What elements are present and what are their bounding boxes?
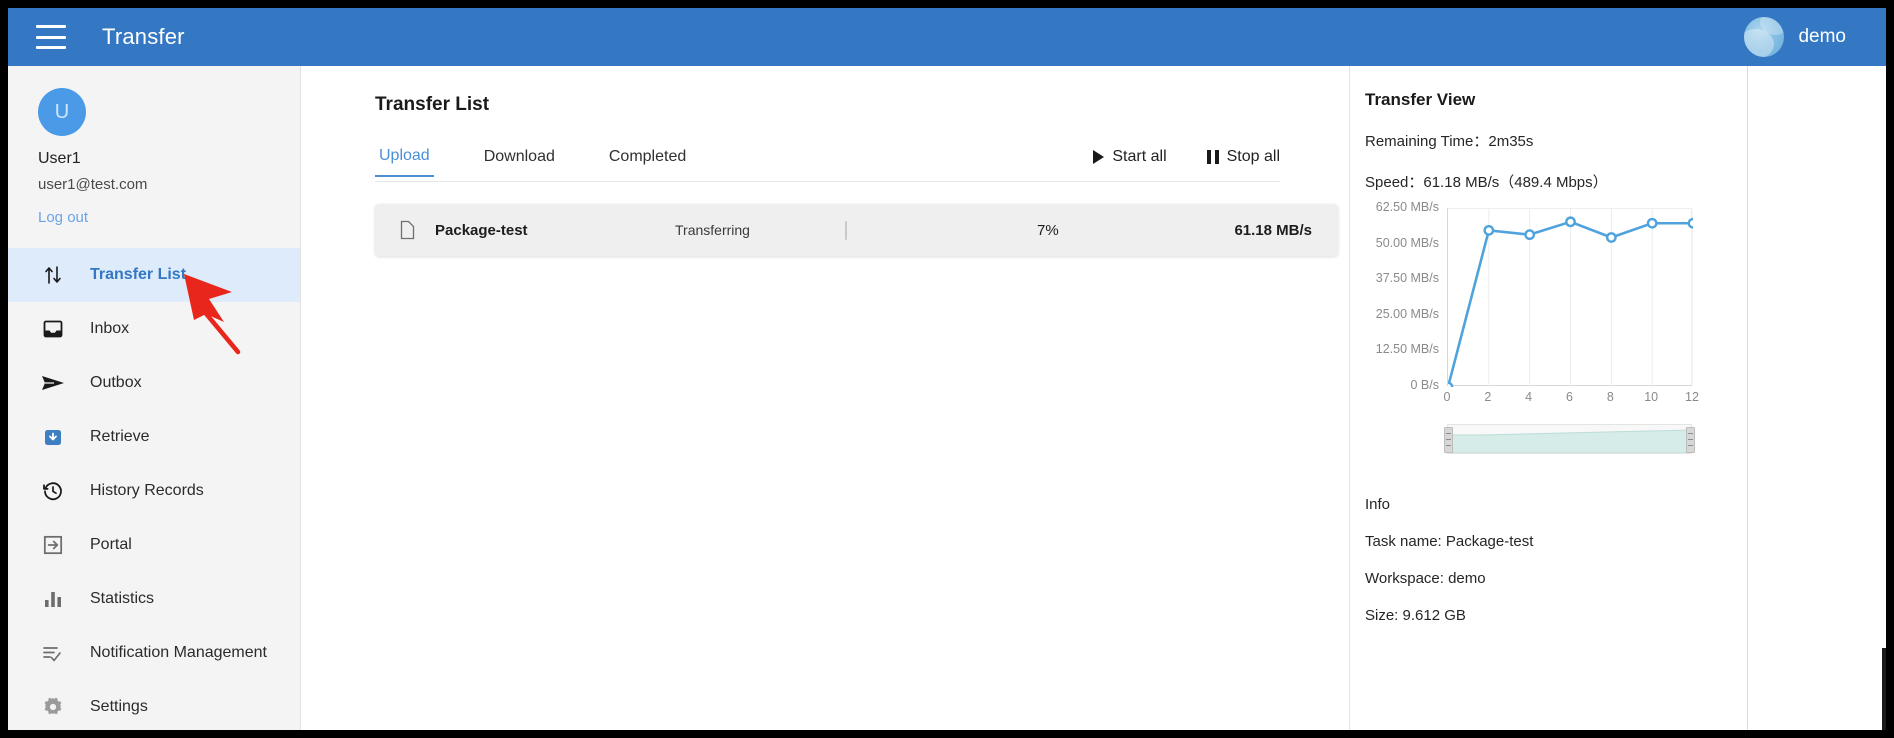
pause-icon (1206, 149, 1219, 164)
top-app-bar: Transfer demo (8, 8, 1886, 66)
transfer-arrows-icon (38, 263, 68, 287)
sidebar-item-label: Notification Management (90, 644, 267, 661)
chart-y-tick-label: 0 B/s (1410, 378, 1440, 392)
chart-y-tick-label: 12.50 MB/s (1375, 342, 1439, 357)
chart-y-tick-label: 50.00 MB/s (1375, 235, 1439, 250)
sidebar-item-portal[interactable]: Portal (8, 518, 300, 572)
topbar-user-name: demo (1798, 26, 1846, 47)
stop-all-label: Stop all (1226, 147, 1280, 165)
speed-chart: 0 B/s 12.50 MB/s 25.00 MB/s 37.50 MB/s 50.00… (1365, 200, 1745, 408)
sidebar-item-settings[interactable]: Settings (8, 680, 300, 730)
sidebar-item-outbox[interactable]: Outbox (8, 356, 300, 410)
chart-x-tick-label: 8 (1606, 390, 1614, 404)
speed-stat: Speed：61.18 MB/s（489.4 Mbps） (1365, 174, 1608, 191)
sidebar-item-label: Retrieve (90, 428, 150, 445)
chart-y-tick-label: 37.50 MB/s (1375, 271, 1439, 286)
logout-link[interactable]: Log out (38, 209, 300, 226)
app-title: Transfer (102, 24, 185, 49)
app-window: Transfer demo U User1 user1@test.com Log… (8, 8, 1886, 730)
gear-icon (38, 695, 68, 719)
transfer-speed: 61.18 MB/s (1234, 221, 1312, 239)
sidebar-nav: Transfer List Inbox Outbox Retrieve Hist… (8, 248, 300, 730)
sidebar-item-history-records[interactable]: History Records (8, 464, 300, 518)
info-size: Size: 9.612 GB (1365, 607, 1466, 624)
page-title: Transfer List (375, 94, 490, 115)
chart-x-tick-label: 10 (1644, 390, 1659, 404)
sidebar-item-label: Settings (90, 698, 148, 715)
chart-x-tick-label: 4 (1525, 390, 1533, 404)
sidebar-item-label: Statistics (90, 590, 155, 607)
topbar-user-area[interactable]: demo (1744, 17, 1846, 57)
transfer-view-panel: Transfer View Remaining Time：2m35s Speed… (1351, 66, 1748, 730)
start-all-button[interactable]: Start all (1093, 147, 1167, 166)
transfer-file-name: Package-test (435, 221, 528, 239)
table-row[interactable]: Package-test Transferring 7% 61.18 MB/s (375, 204, 1338, 256)
progress-percent: 7% (1037, 221, 1059, 239)
sidebar-item-statistics[interactable]: Statistics (8, 572, 300, 626)
document-icon (395, 220, 419, 240)
play-icon (1093, 149, 1105, 164)
sidebar-profile: U User1 user1@test.com Log out (8, 66, 300, 226)
chart-x-tick-label: 6 (1566, 390, 1573, 404)
chart-y-tick-label: 25.00 MB/s (1375, 306, 1439, 321)
info-section: Info Task name: Package-test Workspace: … (1365, 496, 1747, 624)
transfer-status: Transferring (675, 222, 750, 238)
start-all-label: Start all (1112, 147, 1167, 165)
globe-avatar-icon[interactable] (1744, 17, 1785, 57)
sidebar-item-retrieve[interactable]: Retrieve (8, 410, 300, 464)
sidebar-item-label: History Records (90, 482, 204, 499)
sidebar-item-inbox[interactable]: Inbox (8, 302, 300, 356)
send-paper-plane-icon (38, 371, 68, 395)
chart-x-tick-label: 2 (1484, 390, 1492, 404)
info-task-name: Task name: Package-test (1365, 533, 1534, 550)
tab-bar: Upload Download Completed Start all Stop… (375, 142, 1280, 182)
tab-download[interactable]: Download (480, 148, 559, 176)
sidebar-item-label: Inbox (90, 320, 130, 337)
notification-check-list-icon (38, 641, 68, 665)
sidebar-item-transfer-list[interactable]: Transfer List (8, 248, 300, 302)
main-content: Transfer List Upload Download Completed … (301, 66, 1350, 730)
portal-enter-icon (43, 535, 63, 555)
stop-all-button[interactable]: Stop all (1206, 147, 1280, 166)
chart-line-series (1442, 209, 1699, 393)
progress-bar (845, 220, 1015, 240)
sidebar-item-notification-management[interactable]: Notification Management (8, 626, 300, 680)
info-heading: Info (1365, 496, 1391, 513)
inbox-icon (38, 317, 68, 341)
history-clock-icon (38, 479, 68, 503)
tab-upload[interactable]: Upload (375, 147, 434, 177)
transfer-view-title: Transfer View (1365, 90, 1476, 109)
download-box-icon (38, 425, 68, 449)
chart-plot-area (1442, 208, 1699, 393)
hamburger-menu-icon[interactable] (36, 25, 66, 49)
empty-right-area (1748, 66, 1886, 730)
vertical-scrollbar[interactable] (1882, 648, 1886, 730)
transfer-actions: Start all Stop all (1093, 148, 1280, 176)
chart-x-tick-label: 12 (1685, 390, 1699, 404)
remaining-time: Remaining Time：2m35s (1365, 133, 1534, 150)
info-workspace: Workspace: demo (1365, 570, 1486, 587)
sidebar-item-label: Transfer List (90, 266, 187, 283)
sidebar-item-label: Outbox (90, 374, 142, 391)
chart-y-tick-label: 62.50 MB/s (1375, 200, 1439, 214)
sidebar-item-label: Portal (90, 536, 132, 553)
avatar: U (38, 88, 86, 136)
range-handle-left[interactable] (1444, 427, 1453, 453)
chart-x-tick-label: 0 (1443, 390, 1451, 404)
range-handle-right[interactable] (1686, 427, 1695, 453)
bar-chart-icon (38, 587, 68, 611)
range-preview-area (1447, 429, 1692, 454)
tab-completed[interactable]: Completed (605, 148, 690, 176)
profile-name: User1 (38, 150, 81, 167)
sidebar: U User1 user1@test.com Log out Transfer … (8, 66, 301, 730)
chart-range-slider[interactable] (1444, 424, 1695, 454)
profile-email: user1@test.com (38, 176, 148, 193)
